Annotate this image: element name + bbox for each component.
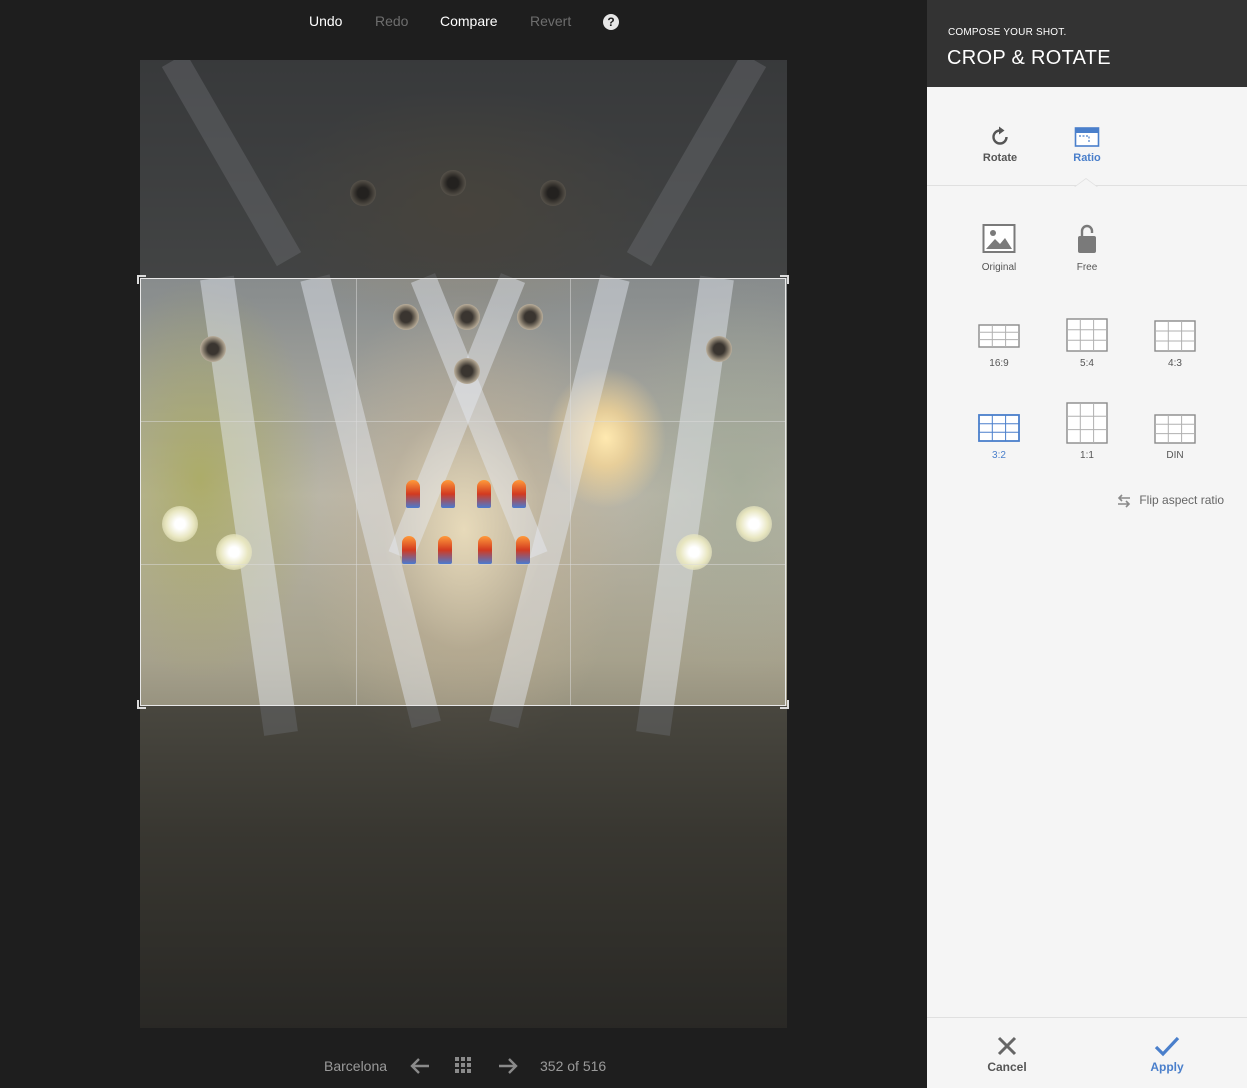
tool-tabs: Rotate Ratio bbox=[927, 87, 1247, 186]
close-icon bbox=[967, 1034, 1047, 1058]
ratio-icon bbox=[1057, 125, 1117, 149]
ratio-din-icon bbox=[1135, 410, 1215, 444]
ratio-4-3-icon bbox=[1135, 318, 1215, 352]
ratio-label: 1:1 bbox=[1080, 450, 1094, 461]
editor-area: Undo Redo Compare Revert ? Barcelona 352… bbox=[0, 0, 927, 1088]
grid-view-icon[interactable] bbox=[454, 1056, 478, 1076]
checkmark-icon bbox=[1127, 1034, 1207, 1058]
ratio-label: 16:9 bbox=[989, 358, 1009, 369]
ratio-din[interactable]: DIN bbox=[1135, 410, 1215, 461]
crop-handle-top-left[interactable] bbox=[137, 275, 146, 284]
ratio-5-4[interactable]: 5:4 bbox=[1047, 318, 1127, 369]
undo-button[interactable]: Undo bbox=[309, 13, 342, 29]
arrow-left-icon[interactable] bbox=[409, 1056, 433, 1076]
apply-label: Apply bbox=[1150, 1060, 1184, 1074]
ratio-original[interactable]: Original bbox=[959, 222, 1039, 273]
crop-grid-line bbox=[356, 279, 357, 705]
tab-label: Ratio bbox=[1073, 152, 1101, 164]
compare-button[interactable]: Compare bbox=[440, 13, 498, 29]
tab-rotate[interactable]: Rotate bbox=[970, 125, 1030, 175]
rotate-icon bbox=[970, 125, 1030, 149]
ratio-1-1[interactable]: 1:1 bbox=[1047, 402, 1127, 461]
panel-subtitle: COMPOSE YOUR SHOT. bbox=[948, 27, 1067, 38]
ratio-3-2[interactable]: 3:2 bbox=[959, 410, 1039, 461]
ratio-16-9-icon bbox=[959, 318, 1039, 352]
crop-rotate-panel: COMPOSE YOUR SHOT. CROP & ROTATE Rotate bbox=[927, 0, 1247, 1088]
panel-header: COMPOSE YOUR SHOT. CROP & ROTATE bbox=[927, 0, 1247, 87]
crop-handle-bottom-right[interactable] bbox=[780, 700, 789, 709]
arrow-right-icon[interactable] bbox=[497, 1056, 521, 1076]
ratio-free[interactable]: Free bbox=[1047, 222, 1127, 273]
redo-button[interactable]: Redo bbox=[375, 13, 408, 29]
album-name[interactable]: Barcelona bbox=[324, 1058, 387, 1074]
swap-arrows-icon bbox=[1116, 493, 1139, 508]
panel-footer: Cancel Apply bbox=[927, 1017, 1247, 1088]
revert-button[interactable]: Revert bbox=[530, 13, 571, 29]
ratio-label: 3:2 bbox=[992, 450, 1006, 461]
ratio-4-3[interactable]: 4:3 bbox=[1135, 318, 1215, 369]
crop-handle-top-right[interactable] bbox=[780, 275, 789, 284]
active-tab-pointer bbox=[1075, 179, 1097, 187]
help-icon[interactable]: ? bbox=[603, 14, 619, 30]
crop-handle-bottom-left[interactable] bbox=[137, 700, 146, 709]
ratio-label: 5:4 bbox=[1080, 358, 1094, 369]
ratio-label: 4:3 bbox=[1168, 358, 1182, 369]
image-icon bbox=[959, 222, 1039, 256]
tab-label: Rotate bbox=[982, 152, 1018, 164]
ratio-label: Free bbox=[1076, 262, 1098, 273]
top-toolbar: Undo Redo Compare Revert ? bbox=[0, 0, 927, 44]
crop-frame[interactable] bbox=[137, 275, 789, 709]
ratio-label: Original bbox=[981, 262, 1017, 273]
unlock-icon bbox=[1047, 222, 1127, 256]
flip-aspect-ratio-button[interactable]: Flip aspect ratio bbox=[1116, 493, 1224, 508]
flip-aspect-ratio-label: Flip aspect ratio bbox=[1139, 493, 1225, 507]
apply-button[interactable]: Apply bbox=[1127, 1034, 1207, 1074]
crop-dim-bottom bbox=[140, 706, 787, 1028]
crop-dim-top bbox=[140, 60, 787, 278]
photo-editor-app: Undo Redo Compare Revert ? Barcelona 352… bbox=[0, 0, 1247, 1088]
cancel-label: Cancel bbox=[987, 1060, 1027, 1074]
ratio-3-2-icon bbox=[959, 410, 1039, 444]
crop-grid-line bbox=[141, 564, 785, 565]
photo-counter: 352 of 516 bbox=[540, 1058, 607, 1074]
ratio-16-9[interactable]: 16:9 bbox=[959, 318, 1039, 369]
crop-grid-line bbox=[570, 279, 571, 705]
photo-navigation-bar: Barcelona 352 of 516 bbox=[0, 1048, 927, 1084]
ratio-label: DIN bbox=[1166, 450, 1184, 461]
ratio-5-4-icon bbox=[1047, 318, 1127, 352]
ratio-1-1-icon bbox=[1047, 402, 1127, 444]
tab-ratio[interactable]: Ratio bbox=[1057, 125, 1117, 175]
cancel-button[interactable]: Cancel bbox=[967, 1034, 1047, 1074]
panel-title: CROP & ROTATE bbox=[947, 47, 1111, 69]
crop-grid-line bbox=[141, 421, 785, 422]
